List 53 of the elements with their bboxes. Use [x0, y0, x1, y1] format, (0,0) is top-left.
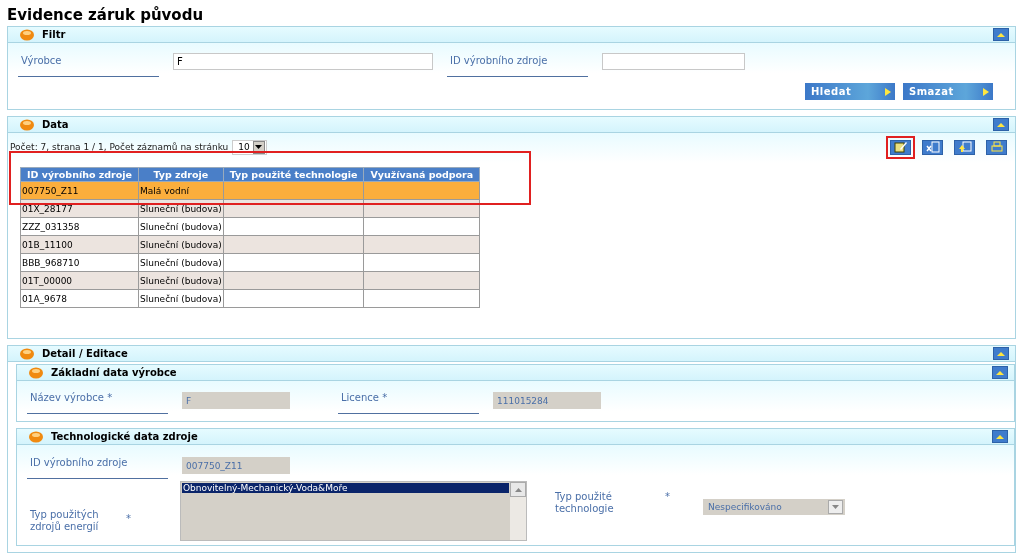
- text-field[interactable]: F: [173, 53, 433, 70]
- bullet-icon: [29, 366, 43, 379]
- caret-icon: [995, 433, 1005, 440]
- readonly-field: 007750_Z11: [182, 457, 290, 474]
- readonly-field: F: [182, 392, 290, 409]
- field-label: Název výrobce *: [27, 390, 168, 414]
- section-title: Základní data výrobce: [51, 367, 177, 378]
- bullet-icon: [20, 347, 34, 360]
- paging-info: Počet: 7, strana 1 / 1, Počet záznamů na stránku: [10, 142, 229, 152]
- caret-icon: [995, 369, 1005, 376]
- dropdown-field[interactable]: Nespecifikováno: [703, 499, 845, 515]
- readonly-field: 111015284: [493, 392, 601, 409]
- delete-icon[interactable]: [922, 139, 943, 155]
- panel-title: Detail / Editace: [42, 348, 128, 359]
- list-item[interactable]: Obnovitelný-Mechanický-Voda&Moře: [182, 483, 509, 493]
- collapse-button[interactable]: [993, 347, 1009, 360]
- bullet-icon: [20, 28, 34, 41]
- collapse-button[interactable]: [993, 118, 1009, 131]
- action-button[interactable]: Hledat: [805, 83, 895, 100]
- required-mark: *: [664, 491, 671, 502]
- field-label: ID výrobního zdroje: [27, 455, 168, 479]
- action-button[interactable]: Smazat: [903, 83, 993, 100]
- caret-icon: [996, 121, 1006, 128]
- field-label: Typ použité technologie: [554, 491, 615, 515]
- bullet-icon: [20, 118, 34, 131]
- caret-icon: [255, 145, 263, 149]
- print-icon[interactable]: [986, 139, 1007, 155]
- section-title: Technologické data zdroje: [51, 431, 198, 442]
- arrow-icon: [983, 87, 989, 96]
- export-icon[interactable]: [954, 139, 975, 155]
- field-label: Typ použitých zdrojů energií: [29, 509, 100, 533]
- collapse-button[interactable]: [992, 366, 1008, 379]
- column-header[interactable]: Typ použité technologie: [223, 167, 364, 182]
- column-header[interactable]: Využívaná podpora: [363, 167, 480, 182]
- collapse-button[interactable]: [992, 430, 1008, 443]
- caret-icon: [996, 350, 1006, 357]
- page-title: Evidence záruk původu: [7, 5, 205, 26]
- panel-title: Data: [42, 119, 69, 130]
- required-mark: *: [125, 513, 132, 524]
- panel-title: Filtr: [42, 29, 66, 40]
- field-label: ID výrobního zdroje: [447, 53, 588, 77]
- collapse-button[interactable]: [993, 28, 1009, 41]
- caret-icon: [832, 505, 839, 509]
- bullet-icon: [29, 430, 43, 443]
- text-field[interactable]: [602, 53, 745, 70]
- caret-icon: [996, 31, 1006, 38]
- scroll-up-icon[interactable]: [510, 482, 526, 497]
- field-label: Výrobce: [18, 53, 159, 77]
- arrow-icon: [885, 87, 891, 96]
- list-box[interactable]: Obnovitelný-Mechanický-Voda&Moře: [180, 481, 527, 541]
- column-header[interactable]: ID výrobního zdroje: [20, 167, 139, 182]
- column-header[interactable]: Typ zdroje: [138, 167, 224, 182]
- field-label: Licence *: [338, 390, 479, 414]
